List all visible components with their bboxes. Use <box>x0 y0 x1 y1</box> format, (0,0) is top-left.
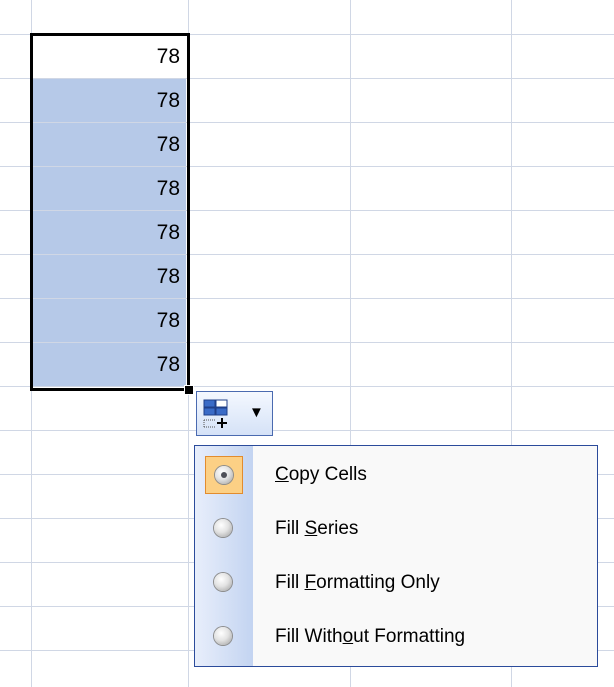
menu-item-fill-series[interactable]: Fill Series <box>195 504 597 554</box>
row-line <box>0 430 614 431</box>
menu-item-fill-without-formatting[interactable]: Fill Without Formatting <box>195 612 597 662</box>
fill-handle[interactable] <box>184 385 194 395</box>
column-line <box>188 0 189 687</box>
cell-a1[interactable]: 78 <box>33 35 186 78</box>
radio-icon <box>214 519 232 537</box>
cell-a6[interactable]: 78 <box>33 255 186 298</box>
radio-selected-icon <box>215 466 233 484</box>
radio-highlight <box>205 456 243 494</box>
cell-a8[interactable]: 78 <box>33 343 186 386</box>
radio-wrap <box>205 510 243 548</box>
auto-fill-options-button[interactable]: ▼ <box>196 391 273 436</box>
cell-a4[interactable]: 78 <box>33 167 186 210</box>
menu-item-label: Fill Formatting Only <box>275 572 440 593</box>
radio-wrap <box>205 564 243 602</box>
row-line <box>0 386 614 387</box>
radio-icon <box>214 627 232 645</box>
cell-a2[interactable]: 78 <box>33 79 186 122</box>
radio-icon <box>214 573 232 591</box>
auto-fill-options-menu: Copy Cells Fill Series Fill Formatting O… <box>194 445 598 667</box>
cell-a3[interactable]: 78 <box>33 123 186 166</box>
menu-item-fill-formatting-only[interactable]: Fill Formatting Only <box>195 558 597 608</box>
menu-item-label: Fill Without Formatting <box>275 626 466 647</box>
radio-wrap <box>205 618 243 656</box>
chevron-down-icon: ▼ <box>249 404 264 421</box>
menu-item-label: Fill Series <box>275 518 359 539</box>
menu-item-label: Copy Cells <box>275 464 367 485</box>
menu-item-copy-cells[interactable]: Copy Cells <box>195 450 597 500</box>
column-line <box>31 0 32 687</box>
auto-fill-options-icon <box>203 399 228 428</box>
cell-a5[interactable]: 78 <box>33 211 186 254</box>
cell-a7[interactable]: 78 <box>33 299 186 342</box>
